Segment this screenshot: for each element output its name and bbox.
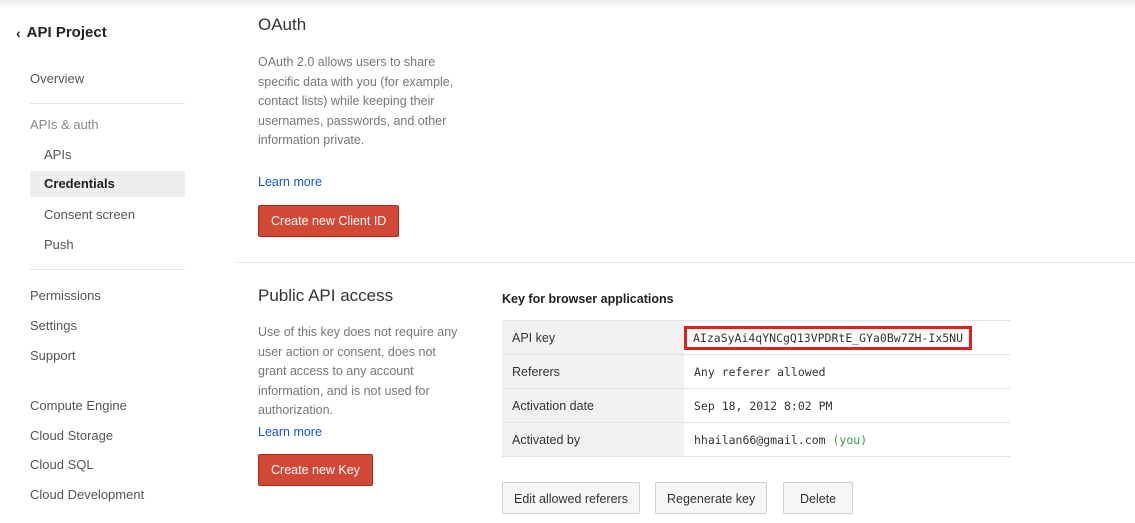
sidebar-item-push[interactable]: Push: [44, 232, 74, 258]
sidebar-item-apis-auth[interactable]: APIs & auth: [30, 112, 99, 138]
sidebar-item-consent-screen[interactable]: Consent screen: [44, 202, 135, 228]
sidebar-item-support[interactable]: Support: [30, 343, 76, 369]
create-client-id-button[interactable]: Create new Client ID: [258, 205, 400, 237]
sidebar-divider: [30, 103, 185, 104]
referers-label: Referers: [502, 354, 684, 389]
back-to-project-link[interactable]: ‹ API Project: [16, 24, 107, 41]
sidebar-item-cloud-storage[interactable]: Cloud Storage: [30, 423, 113, 449]
sidebar-divider: [30, 269, 185, 270]
api-key-label: API key: [502, 320, 684, 355]
project-name: API Project: [26, 24, 107, 41]
activation-date-value: Sep 18, 2012 8:02 PM: [684, 388, 1010, 423]
table-row: Referers Any referer allowed: [502, 354, 1010, 389]
oauth-learn-more-link[interactable]: Learn more: [258, 175, 322, 189]
create-new-key-button[interactable]: Create new Key: [258, 454, 373, 486]
api-key-table: API key AIzaSyAi4qYNCgQ13VPDRtE_GYa0Bw7Z…: [502, 320, 1010, 457]
referers-value: Any referer allowed: [684, 354, 1010, 389]
sidebar-item-credentials[interactable]: Credentials: [30, 171, 185, 197]
oauth-description: OAuth 2.0 allows users to share specific…: [258, 55, 454, 147]
you-indicator: (you): [832, 432, 868, 447]
sidebar-item-apis[interactable]: APIs: [44, 142, 71, 168]
table-row: Activation date Sep 18, 2012 8:02 PM: [502, 388, 1010, 423]
edit-allowed-referers-button[interactable]: Edit allowed referers: [502, 482, 640, 514]
key-heading: Key for browser applications: [502, 292, 674, 306]
public-api-description: Use of this key does not require any use…: [258, 325, 458, 417]
activated-by-email: hhailan66@gmail.com: [694, 432, 826, 447]
public-api-learn-more-link[interactable]: Learn more: [258, 425, 322, 439]
section-divider: [236, 262, 1135, 263]
sidebar: ‹ API Project Overview APIs & auth APIs …: [0, 0, 200, 523]
table-row: API key AIzaSyAi4qYNCgQ13VPDRtE_GYa0Bw7Z…: [502, 320, 1010, 355]
activation-date-label: Activation date: [502, 388, 684, 423]
sidebar-item-permissions[interactable]: Permissions: [30, 283, 101, 309]
sidebar-item-cloud-development[interactable]: Cloud Development: [30, 482, 144, 508]
sidebar-item-compute-engine[interactable]: Compute Engine: [30, 393, 127, 419]
delete-key-button[interactable]: Delete: [783, 482, 854, 514]
chevron-left-icon: ‹: [16, 24, 21, 41]
regenerate-key-button[interactable]: Regenerate key: [655, 482, 768, 514]
api-key-value[interactable]: AIzaSyAi4qYNCgQ13VPDRtE_GYa0Bw7ZH-Ix5NU: [684, 325, 973, 350]
sidebar-item-cloud-sql[interactable]: Cloud SQL: [30, 452, 94, 478]
activated-by-label: Activated by: [502, 422, 684, 457]
public-api-title: Public API access: [258, 286, 394, 305]
sidebar-item-settings[interactable]: Settings: [30, 313, 77, 339]
sidebar-item-overview[interactable]: Overview: [30, 66, 84, 92]
table-row: Activated by hhailan66@gmail.com (you): [502, 422, 1010, 457]
oauth-title: OAuth: [258, 15, 307, 34]
